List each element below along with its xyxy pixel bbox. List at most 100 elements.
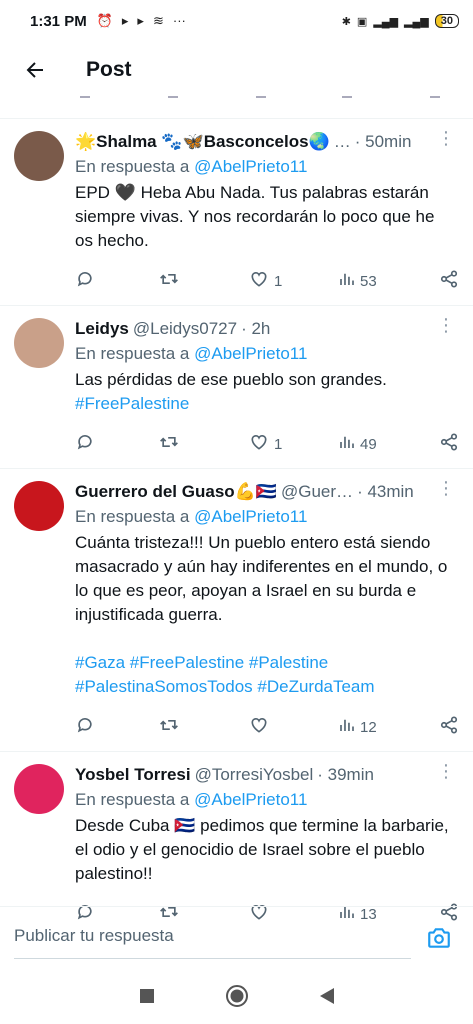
post-time: · 39min: [317, 765, 374, 784]
views-button[interactable]: 49: [338, 433, 423, 455]
author-name[interactable]: Yosbel Torresi: [75, 765, 191, 785]
layers-icon: ≋: [152, 13, 164, 28]
post-text: Las pérdidas de ese pueblo son grandes.: [75, 370, 387, 389]
status-bar: 1:31 PM ⏰ ▸ ▸ ≋ ··· ✱ ▣ ▂▄▆ ▂▄▆ 30: [0, 0, 473, 42]
like-button[interactable]: 1: [248, 432, 338, 456]
reply-to-mention[interactable]: @AbelPrieto11: [194, 507, 307, 526]
repost-icon: [158, 432, 180, 456]
share-icon: [439, 269, 459, 293]
replies-feed: ⋮ 🌟Shalma 🐾🦋Basconcelos🌏 … · 50min En re…: [0, 118, 473, 938]
reply-icon: [75, 432, 95, 456]
page-title: Post: [86, 58, 132, 81]
camera-button[interactable]: [419, 918, 459, 958]
play-icon: ▸: [121, 13, 129, 28]
volte-icon: ▣: [356, 15, 368, 28]
post-actions: 1 49: [75, 420, 459, 468]
recents-icon[interactable]: [139, 988, 155, 1004]
repost-button[interactable]: [158, 269, 248, 293]
share-icon: [439, 715, 459, 739]
post-text: EPD 🖤 Heba Abu Nada. Tus palabras estará…: [75, 183, 440, 250]
post-time: · 2h: [241, 319, 271, 338]
reply-button[interactable]: [75, 432, 158, 456]
post-actions: 1 53: [75, 257, 459, 305]
avatar[interactable]: [14, 131, 64, 181]
view-count: 53: [360, 272, 377, 290]
reply-to-mention[interactable]: @AbelPrieto11: [194, 157, 307, 176]
reply-to-mention[interactable]: @AbelPrieto11: [194, 790, 307, 809]
reply-icon: [75, 269, 95, 293]
repost-icon: [158, 269, 180, 293]
system-nav-bar: [0, 968, 473, 1024]
reply-to-label: En respuesta a: [75, 157, 190, 176]
repost-icon: [158, 715, 180, 739]
home-icon[interactable]: [225, 984, 249, 1008]
reply-to-label: En respuesta a: [75, 344, 190, 363]
bluetooth-icon: ✱: [341, 15, 351, 28]
reply-to-line: En respuesta a @AbelPrieto11: [75, 507, 457, 527]
more-options-icon[interactable]: ⋮: [437, 479, 455, 497]
post-actions: 12: [75, 703, 459, 751]
reply-button[interactable]: [75, 715, 158, 739]
reply-composer: Publicar tu respuesta: [0, 906, 473, 968]
more-options-icon[interactable]: ⋮: [437, 762, 455, 780]
avatar[interactable]: [14, 481, 64, 531]
reply-button[interactable]: [75, 269, 158, 293]
views-icon: [338, 433, 356, 455]
author-handle[interactable]: …: [334, 132, 351, 152]
share-button[interactable]: [439, 269, 459, 293]
signal-icon: ▂▄▆: [373, 15, 399, 28]
avatar[interactable]: [14, 764, 64, 814]
author-name[interactable]: Guerrero del Guaso💪🇨🇺: [75, 482, 277, 502]
author-handle[interactable]: @Guer…: [281, 482, 353, 502]
avatar[interactable]: [14, 318, 64, 368]
reply-post[interactable]: ⋮ Leidys @Leidys0727 · 2h En respuesta a…: [0, 305, 473, 468]
views-button[interactable]: 53: [338, 270, 423, 292]
post-time: · 50min: [354, 132, 412, 151]
like-button[interactable]: 1: [248, 269, 338, 293]
play-icon-2: ▸: [137, 13, 144, 28]
post-hashtags[interactable]: #Gaza #FreePalestine #Palestine #Palesti…: [75, 651, 457, 699]
post-time: · 43min: [357, 482, 414, 501]
alarm-icon: ⏰: [96, 13, 113, 28]
like-count: 1: [274, 272, 283, 290]
share-icon: [439, 432, 459, 456]
share-button[interactable]: [439, 715, 459, 739]
post-hashtags[interactable]: #FreePalestine: [75, 392, 457, 416]
share-button[interactable]: [439, 432, 459, 456]
reply-post[interactable]: ⋮ 🌟Shalma 🐾🦋Basconcelos🌏 … · 50min En re…: [0, 118, 473, 305]
post-header: Yosbel Torresi @TorresiYosbel · 39min: [75, 764, 457, 786]
signal-icon-2: ▂▄▆: [404, 15, 429, 28]
author-handle[interactable]: @Leidys0727: [133, 319, 237, 339]
back-nav-icon[interactable]: [319, 987, 335, 1005]
views-icon: [338, 716, 356, 738]
reply-to-mention[interactable]: @AbelPrieto11: [194, 344, 307, 363]
heart-icon: [248, 715, 270, 739]
heart-icon: [248, 432, 270, 456]
reply-to-label: En respuesta a: [75, 507, 190, 526]
author-name[interactable]: Leidys: [75, 319, 129, 339]
reply-to-line: En respuesta a @AbelPrieto11: [75, 157, 457, 177]
more-options-icon[interactable]: ⋮: [437, 316, 455, 334]
view-count: 49: [360, 435, 377, 453]
post-text: Cuánta tristeza!!! Un pueblo entero está…: [75, 533, 453, 624]
reply-post[interactable]: ⋮ Guerrero del Guaso💪🇨🇺 @Guer… · 43min E…: [0, 468, 473, 751]
battery-icon: 30: [434, 14, 459, 28]
author-name[interactable]: 🌟Shalma 🐾🦋Basconcelos🌏: [75, 132, 330, 152]
like-button[interactable]: [248, 715, 338, 739]
views-icon: [338, 270, 356, 292]
more-options-icon[interactable]: ⋮: [437, 129, 455, 147]
reply-input[interactable]: Publicar tu respuesta: [14, 916, 411, 959]
views-button[interactable]: 12: [338, 716, 423, 738]
heart-icon: [248, 269, 270, 293]
status-time: 1:31 PM: [30, 12, 87, 30]
previous-post-actions-stub: [0, 88, 473, 106]
post-header: 🌟Shalma 🐾🦋Basconcelos🌏 … · 50min: [75, 131, 457, 153]
post-header: Guerrero del Guaso💪🇨🇺 @Guer… · 43min: [75, 481, 457, 503]
author-handle[interactable]: @TorresiYosbel: [195, 765, 314, 785]
repost-button[interactable]: [158, 715, 248, 739]
more-dots-icon: ···: [172, 13, 186, 28]
reply-to-label: En respuesta a: [75, 790, 190, 809]
like-count: 1: [274, 435, 283, 453]
repost-button[interactable]: [158, 432, 248, 456]
notification-icons: ⏰ ▸ ▸ ≋ ···: [97, 13, 186, 29]
